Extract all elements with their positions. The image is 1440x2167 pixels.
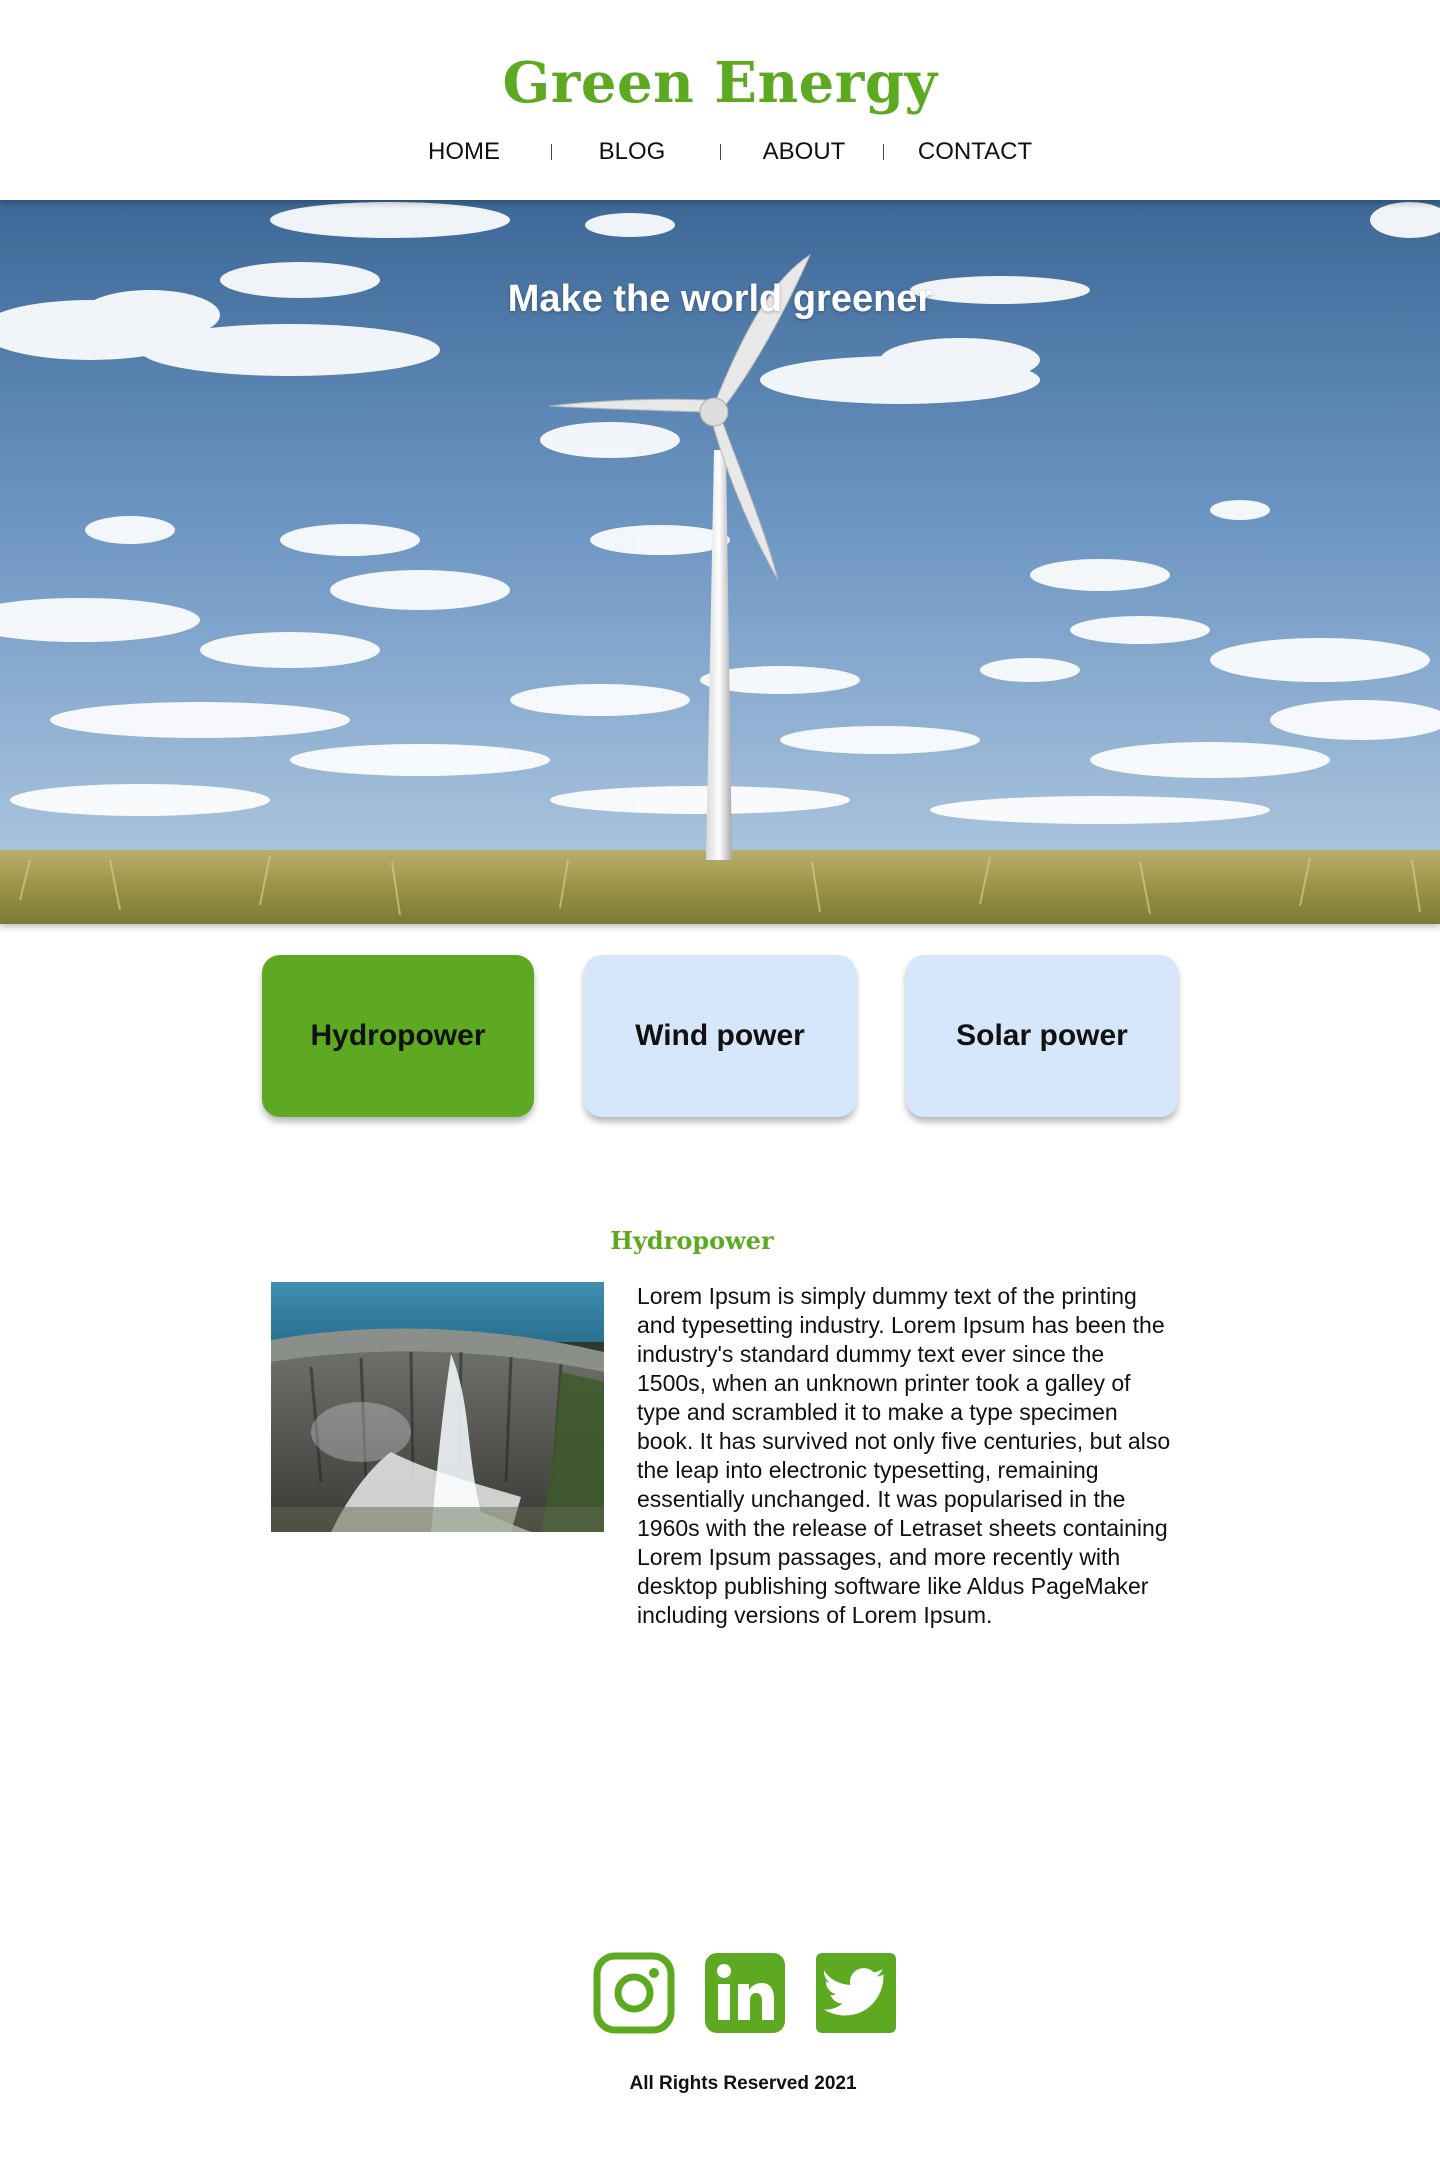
section-heading: Hydropower [610, 1226, 774, 1255]
nav-blog[interactable]: BLOG [572, 138, 692, 166]
nav-home[interactable]: HOME [404, 138, 524, 166]
section-body: Lorem Ipsum is simply dummy text of the … [637, 1283, 1171, 1628]
main-nav: HOME BLOG ABOUT CONTACT [0, 138, 1440, 170]
nav-divider [720, 144, 721, 160]
instagram-icon[interactable] [593, 1952, 675, 2034]
linkedin-icon[interactable] [704, 1952, 786, 2034]
twitter-icon[interactable] [815, 1952, 897, 2034]
nav-divider [883, 144, 884, 160]
dam-image [271, 1282, 604, 1532]
nav-about[interactable]: ABOUT [744, 138, 864, 166]
hero-banner: Make the world greener [0, 200, 1440, 924]
tab-wind-power[interactable]: Wind power [584, 955, 856, 1117]
hero-title: Make the world greener [507, 278, 933, 320]
site-header: Green Energy HOME BLOG ABOUT CONTACT [0, 0, 1440, 200]
nav-divider [551, 144, 552, 160]
tab-hydropower[interactable]: Hydropower [262, 955, 534, 1117]
tab-solar-power[interactable]: Solar power [906, 955, 1178, 1117]
site-logo[interactable]: Green Energy [0, 50, 1440, 116]
copyright-text: All Rights Reserved 2021 [629, 2073, 857, 2094]
nav-contact[interactable]: CONTACT [905, 138, 1045, 166]
